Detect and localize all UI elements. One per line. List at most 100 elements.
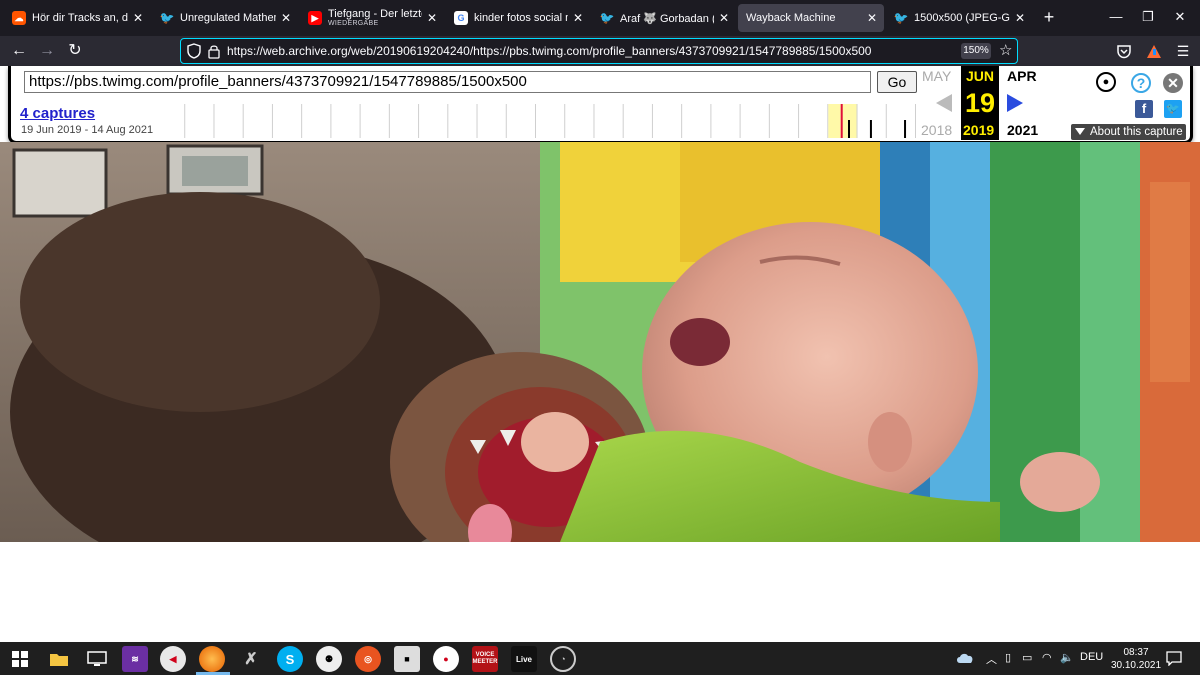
tab-title: 1500x500 (JPEG-Grafik, 1 — [914, 12, 1010, 24]
inkscape-icon[interactable]: ✗ — [238, 646, 264, 672]
firefox-icon[interactable] — [199, 646, 225, 672]
red-chat-icon[interactable]: ● — [433, 646, 459, 672]
reload-icon[interactable]: ↻ — [64, 40, 86, 62]
about-capture-button[interactable]: About this capture — [1071, 124, 1186, 140]
about-capture-label: About this capture — [1090, 126, 1183, 138]
obs-studio-icon[interactable]: ◔ — [550, 646, 576, 672]
clock[interactable]: 08:37 30.10.2021 — [1110, 646, 1162, 672]
captured-banner-image — [0, 142, 1200, 542]
current-day-label: 19 — [964, 88, 996, 118]
battery-icon[interactable]: ▭ — [1022, 651, 1032, 664]
tab-tiefgang[interactable]: ▶ Tiefgang - Der letzte Kn WIEDERGABE ✕ — [300, 4, 444, 32]
tab-soundcloud[interactable]: ☁ Hör dir Tracks an, die dir ✕ — [4, 4, 150, 32]
tab-title-block: Tiefgang - Der letzte Kn WIEDERGABE — [328, 8, 422, 28]
next-capture-arrow-icon[interactable] — [1007, 94, 1023, 112]
show-hidden-icons-chevron-icon[interactable]: ︿ — [986, 651, 997, 667]
clock-date: 30.10.2021 — [1110, 660, 1162, 671]
ubuntu-icon[interactable]: ◎ — [355, 646, 381, 672]
twitter-icon: 🐦 — [159, 11, 175, 25]
tab-1500x500-jpeg[interactable]: 🐦 1500x500 (JPEG-Grafik, 1 ✕ — [886, 4, 1032, 32]
extension-icon[interactable] — [1145, 43, 1163, 60]
back-arrow-icon[interactable]: ← — [8, 40, 30, 62]
site-info-lock-icon[interactable] — [207, 43, 221, 59]
wayback-url-input[interactable]: https://pbs.twimg.com/profile_banners/43… — [24, 71, 871, 93]
tab-title: Unregulated Mathematic — [180, 12, 276, 24]
obs-icon[interactable]: ⚉ — [316, 646, 342, 672]
capture-sparkline[interactable] — [156, 104, 916, 138]
minimize-icon[interactable]: — — [1106, 6, 1126, 28]
facebook-icon[interactable]: f — [1135, 100, 1153, 118]
menu-icon[interactable]: ☰ — [1172, 40, 1194, 62]
current-month-label: JUN — [966, 68, 995, 84]
wifi-icon[interactable]: ◠ — [1042, 651, 1052, 664]
wayback-toolbar: https://pbs.twimg.com/profile_banners/43… — [8, 66, 1193, 144]
close-tab-icon[interactable]: ✕ — [280, 11, 292, 25]
windows-start-icon[interactable] — [7, 646, 33, 672]
twitter-share-icon[interactable]: 🐦 — [1164, 100, 1182, 118]
forward-arrow-icon[interactable]: → — [36, 40, 58, 62]
close-toolbar-icon[interactable]: ✕ — [1163, 73, 1183, 93]
close-window-icon[interactable]: ✕ — [1170, 6, 1190, 28]
tab-strip: ☁ Hör dir Tracks an, die dir ✕ 🐦 Unregul… — [0, 0, 1200, 36]
live-label: Live — [515, 654, 532, 664]
tab-title: kinder fotos social media — [474, 12, 568, 24]
address-bar[interactable]: https://web.archive.org/web/201906192042… — [180, 38, 1018, 64]
prev-capture-arrow-icon[interactable] — [936, 94, 952, 112]
twitter-icon: 🐦 — [599, 11, 615, 25]
windows-taskbar: ≋ ◀ ✗ S ⚉ ◎ ■ ● VOICE MEETER Live ◔ ︿ ▯ … — [0, 642, 1200, 675]
skype-icon[interactable]: S — [277, 646, 303, 672]
capture-date-range: 19 Jun 2019 - 14 Aug 2021 — [21, 124, 154, 136]
close-tab-icon[interactable]: ✕ — [1014, 11, 1026, 25]
tracking-shield-icon[interactable] — [187, 43, 201, 59]
close-tab-icon[interactable]: ✕ — [132, 11, 144, 25]
tab-title: Wayback Machine — [746, 12, 836, 24]
close-tab-icon[interactable]: ✕ — [866, 11, 878, 25]
ableton-live-icon[interactable]: Live — [511, 646, 537, 672]
url-text[interactable]: https://web.archive.org/web/201906192042… — [227, 44, 871, 58]
help-icon[interactable]: ? — [1131, 73, 1151, 93]
new-tab-button[interactable]: + — [1038, 6, 1060, 28]
prev-month-label[interactable]: MAY — [922, 68, 951, 84]
tab-title: Hör dir Tracks an, die dir — [32, 12, 128, 24]
sparkline-current-year-highlight — [828, 104, 858, 138]
tab-title: Tiefgang - Der letzte Kn — [328, 8, 422, 20]
zoom-level-badge[interactable]: 150% — [961, 43, 991, 59]
close-tab-icon[interactable]: ✕ — [572, 11, 584, 25]
tab-unregulated-mathematic[interactable]: 🐦 Unregulated Mathematic ✕ — [152, 4, 298, 32]
tab-wayback-machine[interactable]: Wayback Machine ✕ — [738, 4, 884, 32]
next-month-label[interactable]: APR — [1007, 68, 1037, 84]
close-tab-icon[interactable]: ✕ — [718, 11, 730, 25]
captures-link[interactable]: 4 captures — [20, 105, 95, 122]
weather-cloud-icon[interactable] — [955, 652, 975, 664]
soundcloud-icon: ☁ — [12, 11, 26, 25]
prev-year-label[interactable]: 2018 — [921, 122, 952, 138]
notification-center-icon[interactable] — [1166, 651, 1182, 666]
current-year-label: 2019 — [963, 122, 995, 138]
voicemeeter-label: VOICE MEETER — [472, 652, 498, 665]
tab-kinder-fotos[interactable]: G kinder fotos social media ✕ — [446, 4, 590, 32]
language-indicator[interactable]: DEU — [1080, 651, 1103, 663]
clock-time: 08:37 — [1123, 647, 1149, 658]
voicemeeter-icon[interactable]: VOICE MEETER — [472, 646, 498, 672]
tab-araf-gorbadan[interactable]: 🐦 Araf 🐺 Gorbadan (@tsc ✕ — [592, 4, 736, 32]
account-icon[interactable]: ● — [1096, 72, 1116, 92]
dropdown-triangle-icon — [1075, 128, 1085, 135]
restore-icon[interactable]: ❐ — [1138, 6, 1158, 28]
pocket-icon[interactable] — [1116, 44, 1132, 59]
volume-icon[interactable]: 🔈 — [1060, 651, 1074, 664]
file-explorer-icon[interactable] — [46, 646, 72, 672]
red-app-icon[interactable]: ◀ — [160, 646, 186, 672]
bookmark-star-icon[interactable]: ☆ — [999, 41, 1012, 59]
twitter-icon: 🐦 — [893, 11, 909, 25]
device-icon[interactable]: ▯ — [1005, 651, 1011, 664]
google-icon: G — [454, 11, 468, 25]
tab-title: Araf 🐺 Gorbadan (@tsc — [620, 12, 714, 25]
purple-app-icon[interactable]: ≋ — [122, 646, 148, 672]
navigation-bar: ← → ↻ https://web.archive.org/web/201906… — [0, 36, 1200, 66]
camera-app-icon[interactable]: ■ — [394, 646, 420, 672]
desktop-icon[interactable] — [84, 646, 110, 672]
youtube-icon: ▶ — [308, 11, 322, 25]
next-year-label[interactable]: 2021 — [1007, 122, 1038, 138]
go-button[interactable]: Go — [877, 71, 917, 93]
close-tab-icon[interactable]: ✕ — [426, 11, 438, 25]
